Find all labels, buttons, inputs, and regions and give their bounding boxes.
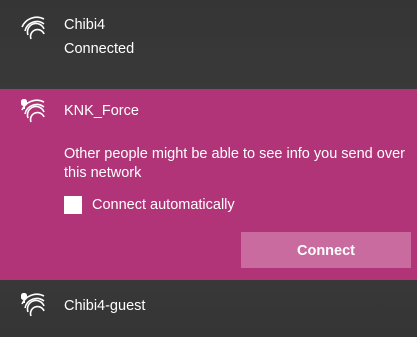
- wifi-unsecured-icon: [20, 293, 46, 319]
- connect-automatically-label: Connect automatically: [92, 197, 235, 213]
- network-status: Connected: [64, 41, 135, 57]
- wifi-network-list: Chibi4 Connected KNK_Force Other people …: [0, 0, 417, 337]
- network-name: Chibi4: [64, 17, 106, 33]
- checkbox-unchecked-icon[interactable]: [64, 196, 82, 214]
- network-item-knk-force[interactable]: KNK_Force Other people might be able to …: [0, 89, 417, 280]
- wifi-unsecured-icon: [20, 99, 46, 125]
- network-name: KNK_Force: [64, 103, 139, 119]
- connect-button[interactable]: Connect: [241, 232, 411, 268]
- connect-automatically-checkbox[interactable]: Connect automatically: [64, 194, 235, 216]
- network-name: Chibi4-guest: [64, 298, 146, 314]
- network-item-chibi4[interactable]: Chibi4 Connected: [0, 0, 417, 89]
- security-warning-text: Other people might be able to see info y…: [64, 146, 405, 181]
- network-item-chibi4-guest[interactable]: Chibi4-guest: [0, 280, 417, 337]
- wifi-signal-icon: [20, 16, 46, 42]
